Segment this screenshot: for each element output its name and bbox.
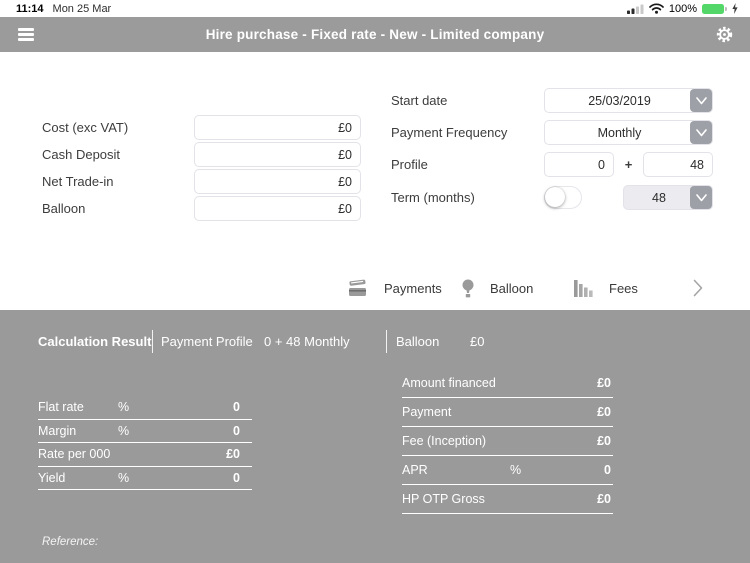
- settings-gear-icon[interactable]: [715, 25, 734, 44]
- row-label: Amount financed: [402, 376, 496, 390]
- balloon-row: Balloon: [42, 196, 361, 221]
- status-date: Mon 25 Mar: [52, 2, 112, 15]
- credit-cards-icon: [348, 279, 368, 298]
- hp-otp-gross-row: HP OTP Gross £0: [402, 485, 613, 514]
- divider: [386, 330, 387, 353]
- row-unit: %: [510, 463, 522, 477]
- row-value: 0: [233, 470, 240, 485]
- row-value: £0: [597, 434, 611, 448]
- row-label: Rate per 000: [38, 447, 111, 462]
- profile-row: Profile +: [391, 152, 713, 177]
- payment-row: Payment £0: [402, 398, 613, 427]
- term-toggle[interactable]: [544, 186, 582, 209]
- clock-time: 11:14: [16, 2, 44, 15]
- row-value: 0: [233, 400, 240, 415]
- net-trade-in-label: Net Trade-in: [42, 174, 114, 189]
- profile-label: Profile: [391, 157, 428, 172]
- payment-frequency-input[interactable]: [544, 120, 713, 145]
- profile-second-input[interactable]: [643, 152, 713, 177]
- calculation-result-title: Calculation Result: [38, 334, 152, 349]
- descending-bars-icon: [574, 279, 593, 297]
- payment-frequency-chevron-down-icon[interactable]: [690, 121, 712, 144]
- cash-deposit-input[interactable]: [194, 142, 361, 167]
- status-bar: 11:14 Mon 25 Mar 100%: [0, 0, 750, 17]
- row-value: £0: [597, 405, 611, 419]
- wifi-icon: [649, 3, 664, 14]
- apr-row: APR % 0: [402, 456, 613, 485]
- amount-financed-row: Amount financed £0: [402, 369, 613, 398]
- start-date-chevron-down-icon[interactable]: [690, 89, 712, 112]
- payment-profile-value: 0 + 48 Monthly: [264, 334, 350, 349]
- payment-frequency-label: Payment Frequency: [391, 125, 508, 140]
- row-unit: %: [118, 400, 130, 415]
- balloon-label: Balloon: [42, 201, 86, 216]
- row-unit: %: [118, 470, 130, 485]
- start-date-input[interactable]: [544, 88, 713, 113]
- row-label: Margin: [38, 423, 77, 438]
- term-row: Term (months): [391, 185, 713, 210]
- row-value: 0: [604, 463, 611, 477]
- tab-payments[interactable]: Payments: [348, 276, 442, 300]
- tab-balloon-label: Balloon: [490, 280, 534, 296]
- row-label: HP OTP Gross: [402, 492, 485, 506]
- start-date-row: Start date: [391, 88, 713, 113]
- balloon-input[interactable]: [194, 196, 361, 221]
- tab-fees[interactable]: Fees: [574, 276, 638, 300]
- battery-percent: 100%: [668, 2, 697, 15]
- nav-bar: Hire purchase - Fixed rate - New - Limit…: [0, 17, 750, 52]
- reference-label: Reference:: [42, 536, 99, 548]
- hot-air-balloon-icon: [462, 279, 474, 298]
- cost-input[interactable]: [194, 115, 361, 140]
- calc-right-table: Amount financed £0 Payment £0 Fee (Incep…: [402, 369, 613, 514]
- calculation-result-section: Calculation Result Payment Profile 0 + 4…: [0, 310, 750, 563]
- cost-label: Cost (exc VAT): [42, 120, 129, 135]
- menu-icon[interactable]: [18, 26, 35, 43]
- row-label: APR: [402, 463, 428, 477]
- row-label: Fee (Inception): [402, 434, 487, 448]
- profile-plus-sign: +: [624, 157, 633, 172]
- term-chevron-down-icon[interactable]: [690, 186, 712, 209]
- profile-first-input[interactable]: [544, 152, 614, 177]
- tab-fees-label: Fees: [609, 280, 638, 296]
- margin-row: Margin % 0: [38, 420, 252, 443]
- payment-frequency-row: Payment Frequency: [391, 120, 713, 145]
- balloon-summary-label: Balloon: [396, 334, 440, 349]
- tab-payments-label: Payments: [384, 280, 442, 296]
- row-label: Yield: [38, 470, 66, 485]
- row-label: Payment: [402, 405, 452, 419]
- row-value: £0: [597, 376, 611, 390]
- rate-per-000-row: Rate per 000 £0: [38, 443, 252, 467]
- balloon-summary-value: £0: [470, 334, 485, 349]
- row-value: £0: [226, 447, 240, 462]
- page-title: Hire purchase - Fixed rate - New - Limit…: [205, 27, 545, 42]
- payment-profile-label: Payment Profile: [161, 334, 253, 349]
- chevron-right-icon[interactable]: [693, 279, 703, 297]
- row-label: Flat rate: [38, 400, 84, 415]
- battery-icon: [702, 3, 727, 14]
- net-trade-in-input[interactable]: [194, 169, 361, 194]
- flat-rate-row: Flat rate % 0: [38, 396, 252, 420]
- net-trade-in-row: Net Trade-in: [42, 169, 361, 194]
- tab-balloon[interactable]: Balloon: [462, 276, 533, 300]
- cash-deposit-row: Cash Deposit: [42, 142, 361, 167]
- row-value: 0: [233, 423, 240, 438]
- term-label: Term (months): [391, 190, 475, 205]
- cash-deposit-label: Cash Deposit: [42, 147, 121, 162]
- app-screen: 11:14 Mon 25 Mar 100% Hire purchase - Fi…: [0, 0, 750, 563]
- start-date-label: Start date: [391, 93, 448, 108]
- charging-bolt-icon: [732, 3, 738, 14]
- row-value: £0: [597, 492, 611, 506]
- calc-left-table: Flat rate % 0 Margin % 0 Rate per 000 £0…: [38, 396, 252, 490]
- fee-inception-row: Fee (Inception) £0: [402, 427, 613, 456]
- row-unit: %: [118, 423, 130, 438]
- yield-row: Yield % 0: [38, 467, 252, 490]
- cellular-signal-icon: [626, 4, 644, 14]
- divider: [152, 330, 153, 353]
- cost-row: Cost (exc VAT): [42, 115, 361, 140]
